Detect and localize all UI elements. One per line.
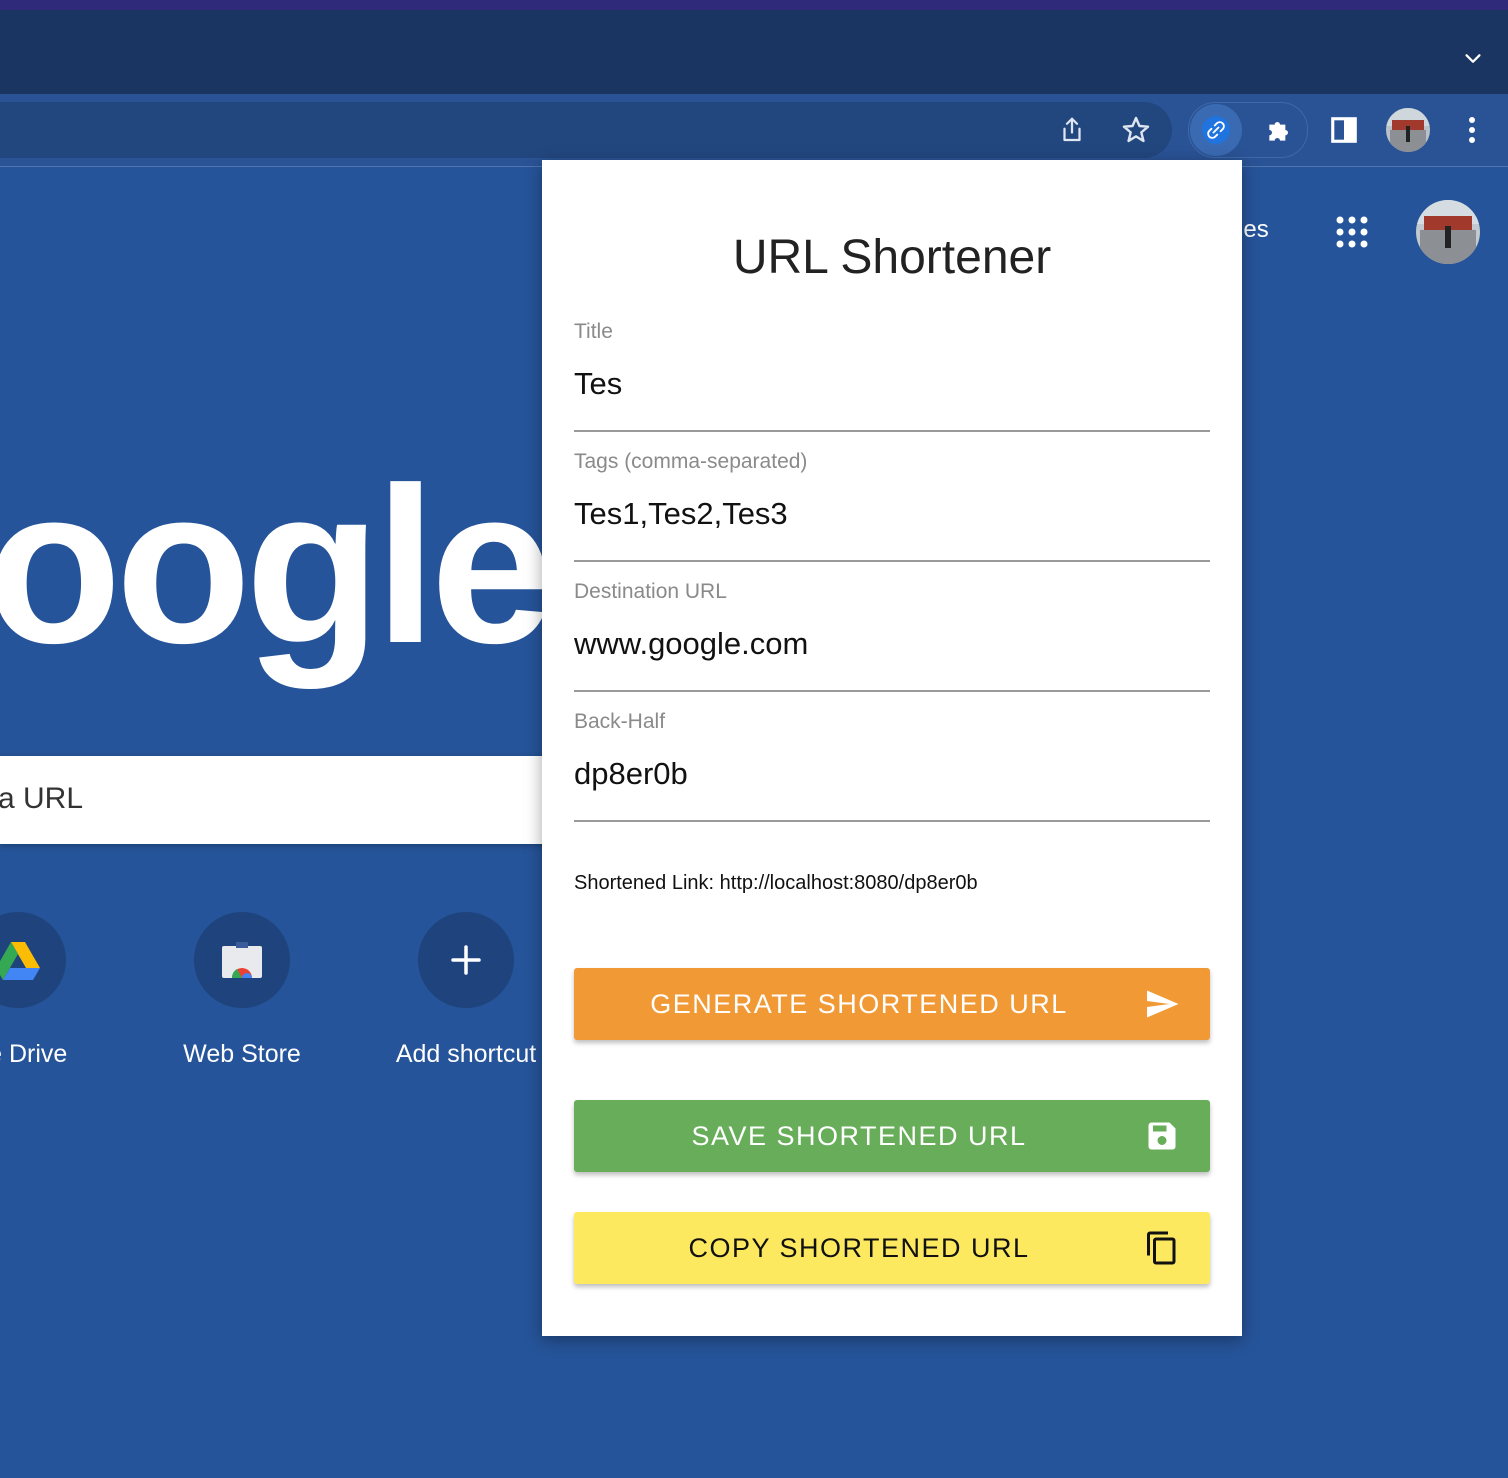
back-half-field-value[interactable]: dp8er0b — [574, 756, 688, 792]
shortcut-label: gle Drive — [0, 1040, 68, 1068]
title-field-value[interactable]: Tes — [574, 366, 622, 402]
side-panel-icon[interactable] — [1324, 110, 1364, 150]
title-field-label: Title — [574, 320, 613, 343]
window-top-strip — [0, 0, 1508, 10]
destination-url-field-value[interactable]: www.google.com — [574, 626, 808, 662]
bookmark-star-icon[interactable] — [1116, 110, 1156, 150]
destination-url-field-label: Destination URL — [574, 580, 727, 603]
tags-field-value[interactable]: Tes1,Tes2,Tes3 — [574, 496, 788, 532]
browser-toolbar — [0, 94, 1508, 167]
url-shortener-popup: URL Shortener Title Tes Tags (comma-sepa… — [542, 160, 1242, 1336]
web-store-icon — [222, 942, 262, 978]
search-input[interactable]: a URL — [0, 756, 560, 844]
save-shortened-url-button[interactable]: SAVE SHORTENED URL — [574, 1100, 1210, 1172]
tags-field-label: Tags (comma-separated) — [574, 450, 808, 473]
chevron-down-icon[interactable] — [1462, 48, 1484, 70]
tags-field[interactable]: Tags (comma-separated) Tes1,Tes2,Tes3 — [574, 450, 1210, 562]
address-bar[interactable] — [0, 102, 1172, 158]
tab-bar — [0, 10, 1508, 94]
shortcut-label: Web Store — [183, 1040, 301, 1068]
generate-button-label: GENERATE SHORTENED URL — [650, 989, 1068, 1019]
account-avatar[interactable] — [1416, 200, 1480, 264]
generate-shortened-url-button[interactable]: GENERATE SHORTENED URL — [574, 968, 1210, 1040]
destination-url-field[interactable]: Destination URL www.google.com — [574, 580, 1210, 692]
shortcut-web-store[interactable]: Web Store — [142, 912, 342, 1069]
link-icon[interactable] — [1202, 116, 1230, 144]
shortcut-label: Add shortcut — [395, 1040, 537, 1068]
shortcut-google-drive[interactable]: gle Drive — [0, 912, 118, 1069]
copy-shortened-url-button[interactable]: COPY SHORTENED URL — [574, 1212, 1210, 1284]
shortcut-add[interactable]: Add shortcut — [366, 912, 566, 1069]
send-icon — [1147, 990, 1179, 1018]
plus-icon — [451, 945, 481, 975]
copy-icon — [1147, 1231, 1176, 1265]
popup-title: URL Shortener — [732, 231, 1052, 284]
copy-button-label: COPY SHORTENED URL — [688, 1233, 1030, 1263]
title-field[interactable]: Title Tes — [574, 320, 1210, 432]
more-menu-icon[interactable] — [1452, 110, 1492, 150]
shortcut-circle — [418, 912, 514, 1008]
save-icon — [1148, 1122, 1176, 1150]
share-icon[interactable] — [1052, 110, 1092, 150]
profile-avatar[interactable] — [1386, 108, 1430, 152]
google-logo: oogle — [0, 442, 554, 690]
google-drive-icon — [0, 942, 40, 980]
save-button-label: SAVE SHORTENED URL — [691, 1121, 1027, 1151]
back-half-field-label: Back-Half — [574, 710, 666, 733]
shortcut-circle — [0, 912, 66, 1008]
shortened-link-text: Shortened Link: http://localhost:8080/dp… — [574, 872, 978, 894]
search-placeholder: a URL — [0, 782, 84, 815]
shortcut-circle — [194, 912, 290, 1008]
puzzle-extensions-icon[interactable] — [1260, 110, 1300, 150]
back-half-field[interactable]: Back-Half dp8er0b — [574, 710, 1210, 822]
apps-grid-icon[interactable] — [1334, 214, 1370, 250]
